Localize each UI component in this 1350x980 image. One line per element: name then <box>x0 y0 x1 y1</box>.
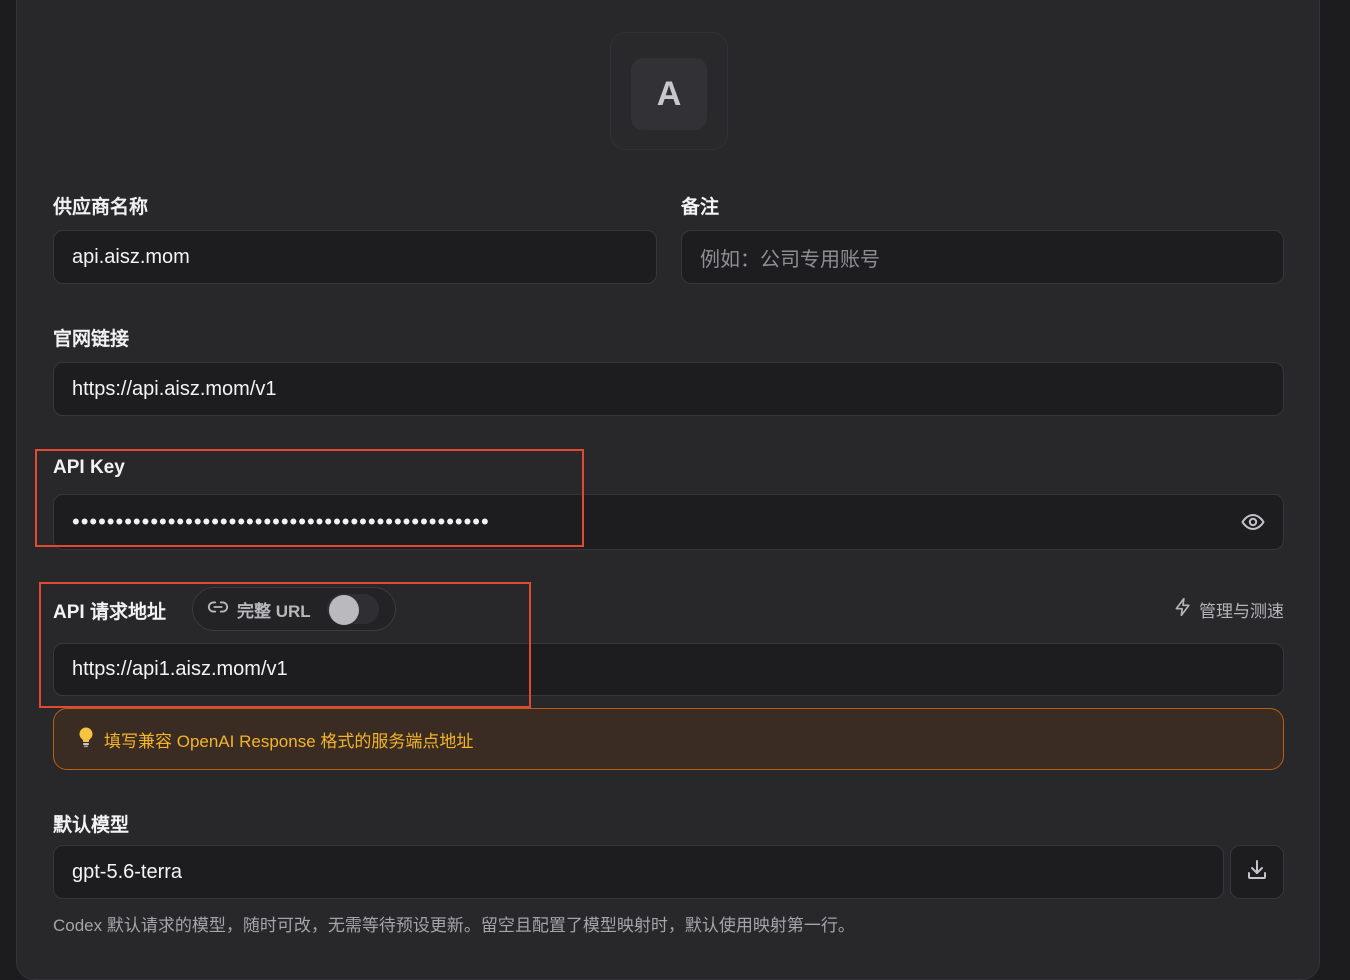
lightning-icon <box>1173 597 1193 622</box>
full-url-switch-knob <box>329 595 359 625</box>
fetch-models-button[interactable] <box>1230 845 1284 899</box>
default-model-value: gpt-5.6-terra <box>72 860 183 883</box>
website-label: 官网链接 <box>53 329 130 350</box>
full-url-toggle-chip[interactable]: 完整 URL <box>192 587 396 631</box>
download-icon <box>1245 858 1269 887</box>
api-endpoint-label: API 请求地址 <box>53 602 166 623</box>
manage-speedtest-button[interactable]: 管理与测速 <box>1173 597 1284 622</box>
lightbulb-icon <box>76 726 96 753</box>
full-url-switch[interactable] <box>327 594 379 625</box>
remark-placeholder: 例如：公司专用账号 <box>700 248 880 271</box>
manage-speedtest-label: 管理与测速 <box>1199 602 1284 621</box>
website-value: https://api.aisz.mom/v1 <box>72 377 277 400</box>
full-url-label: 完整 URL <box>237 601 311 621</box>
provider-name-value: api.aisz.mom <box>72 245 190 268</box>
default-model-note: Codex 默认请求的模型，随时可改，无需等待预设更新。留空且配置了模型映射时，… <box>53 916 855 935</box>
eye-icon[interactable] <box>1241 510 1265 534</box>
remark-label: 备注 <box>681 197 720 218</box>
api-endpoint-input[interactable]: https://api1.aisz.mom/v1 <box>53 643 1284 696</box>
link-icon <box>207 596 229 623</box>
api-key-masked-value: ••••••••••••••••••••••••••••••••••••••••… <box>72 509 490 534</box>
endpoint-hint-text: 填写兼容 OpenAI Response 格式的服务端点地址 <box>104 731 474 751</box>
provider-name-label: 供应商名称 <box>53 197 149 218</box>
api-key-label: API Key <box>53 457 125 478</box>
api-endpoint-value: https://api1.aisz.mom/v1 <box>72 658 288 680</box>
default-model-input[interactable]: gpt-5.6-terra <box>53 845 1224 899</box>
api-key-input[interactable]: ••••••••••••••••••••••••••••••••••••••••… <box>53 494 1284 550</box>
endpoint-hint-banner: 填写兼容 OpenAI Response 格式的服务端点地址 <box>53 708 1284 770</box>
website-input[interactable]: https://api.aisz.mom/v1 <box>53 362 1284 416</box>
avatar: A <box>631 58 707 130</box>
remark-input[interactable]: 例如：公司专用账号 <box>681 230 1284 284</box>
default-model-label: 默认模型 <box>53 815 130 836</box>
provider-name-input[interactable]: api.aisz.mom <box>53 230 657 284</box>
